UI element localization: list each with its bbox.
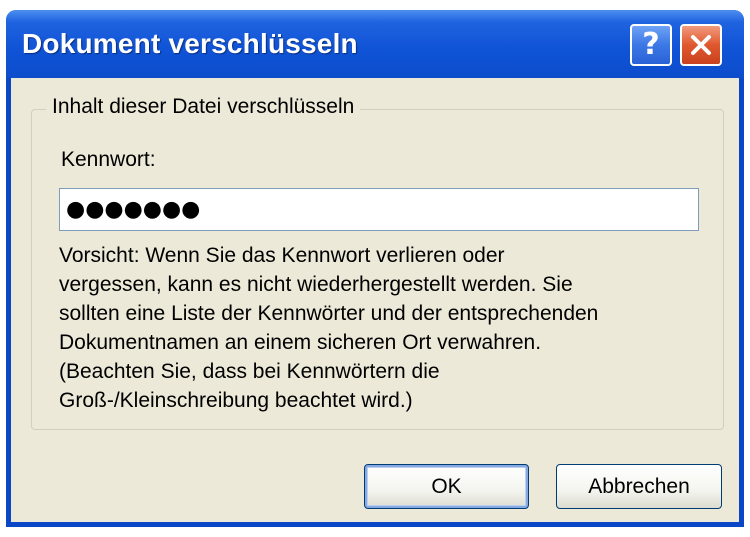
password-label: Kennwort: (61, 148, 156, 171)
cancel-button[interactable]: Abbrechen (556, 464, 722, 509)
password-field[interactable]: ●●●●●●● (59, 188, 699, 231)
window-bottom-border (6, 522, 744, 527)
dialog-body: Inhalt dieser Datei verschlüsseln Kennwo… (11, 78, 739, 522)
group-legend: Inhalt dieser Datei verschlüsseln (46, 95, 361, 119)
help-icon: ? (642, 27, 660, 62)
password-mask: ●●●●●●● (66, 197, 201, 222)
close-icon (691, 35, 711, 55)
close-button[interactable] (680, 24, 722, 66)
encrypt-group: Inhalt dieser Datei verschlüsseln Kennwo… (31, 95, 724, 430)
ok-button-label: OK (431, 474, 462, 498)
warning-text: Vorsicht: Wenn Sie das Kennwort verliere… (59, 244, 599, 412)
dialog-window: Dokument verschlüsseln ? Inhalt dieser D… (6, 10, 744, 527)
window-title: Dokument verschlüsseln (22, 28, 358, 59)
cancel-button-label: Abbrechen (588, 474, 690, 498)
title-bar[interactable]: Dokument verschlüsseln ? (6, 10, 744, 78)
ok-button[interactable]: OK (364, 464, 529, 509)
help-button[interactable]: ? (630, 24, 672, 66)
